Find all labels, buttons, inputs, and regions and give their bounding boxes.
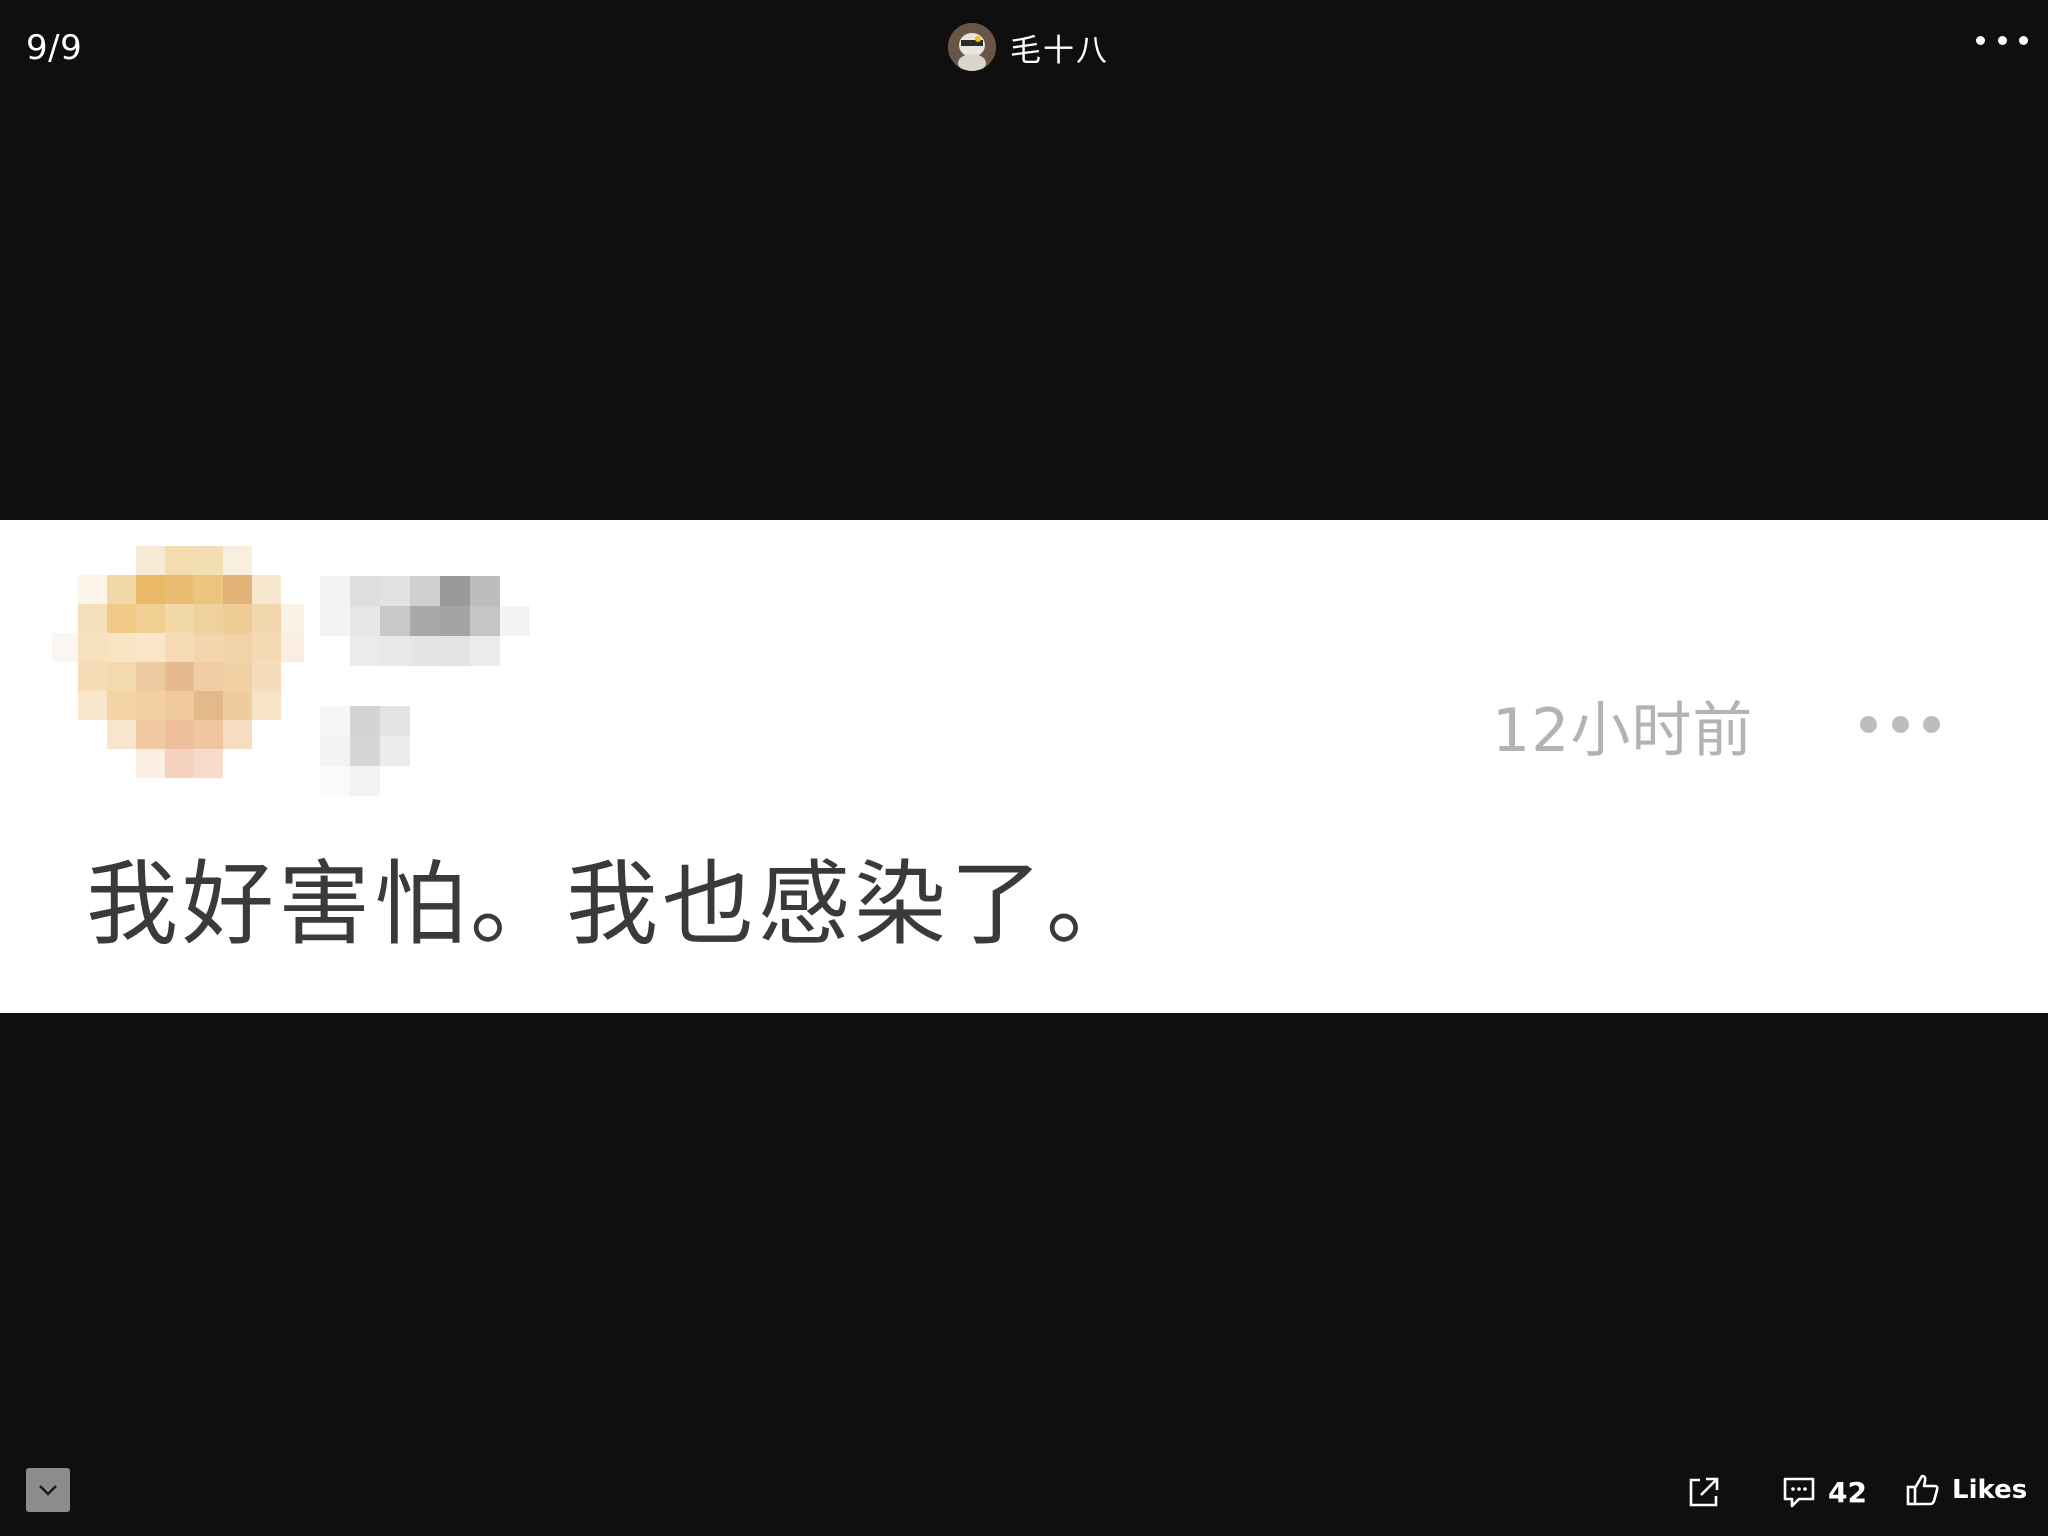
more-options-button[interactable]: [1976, 30, 2028, 50]
avatar[interactable]: [948, 23, 996, 71]
comment-icon: [1783, 1477, 1815, 1508]
comment-count: 42: [1828, 1475, 1867, 1509]
share-button[interactable]: [1686, 1474, 1722, 1510]
pixelated-username: [320, 576, 530, 796]
likes-button[interactable]: Likes: [1906, 1468, 2027, 1512]
thumbs-up-icon: [1906, 1474, 1939, 1506]
comments-button[interactable]: 42: [1782, 1470, 1867, 1514]
comment-more-icon: [1860, 714, 1940, 734]
author-name[interactable]: 毛十八: [1010, 25, 1109, 70]
pixelated-avatar: [52, 546, 304, 778]
collapse-button[interactable]: [26, 1468, 70, 1512]
comment-timestamp: 12小时前: [1492, 696, 1754, 766]
image-viewer: 9/9 毛十八 12小时前 我好害怕。我也感染了。 42 Likes: [0, 0, 2048, 1536]
author-header[interactable]: 毛十八: [948, 22, 1109, 72]
post-image: 12小时前 我好害怕。我也感染了。: [0, 520, 2048, 1013]
comment-text: 我好害怕。我也感染了。: [86, 851, 1143, 958]
chevron-down-icon: [39, 1485, 57, 1496]
page-counter: 9/9: [26, 28, 83, 68]
share-external-icon: [1689, 1477, 1719, 1507]
likes-label: Likes: [1952, 1475, 2028, 1505]
more-horizontal-icon: [1976, 35, 1985, 45]
